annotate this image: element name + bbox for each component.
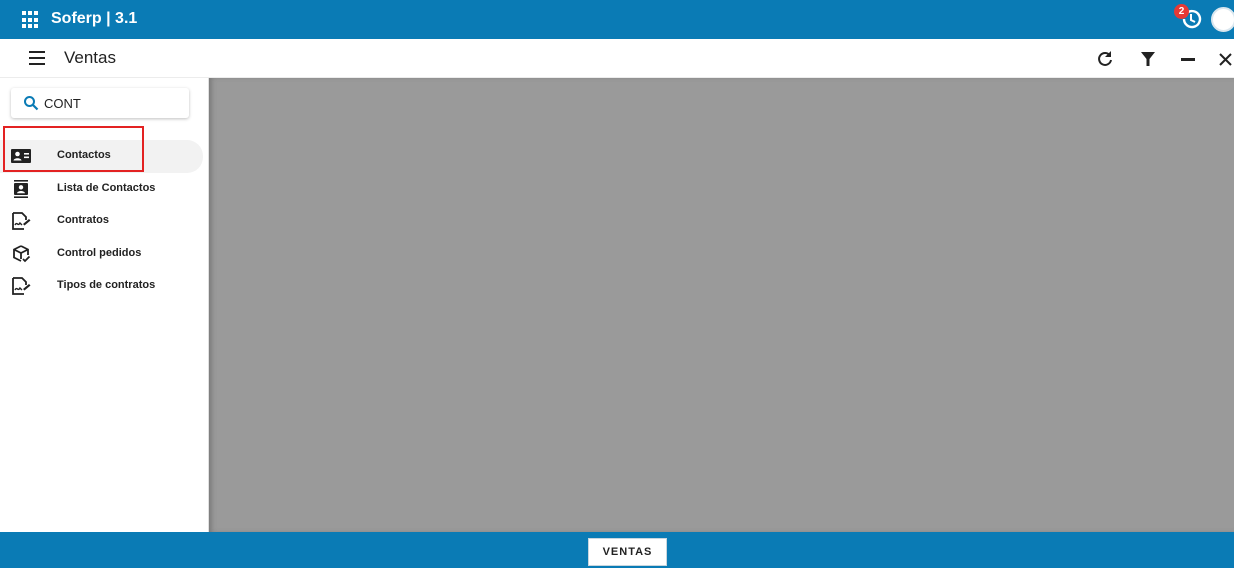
minimize-icon[interactable] (1177, 48, 1199, 70)
nav-item-contratos[interactable]: Contratos (0, 205, 203, 238)
hamburger-menu-icon[interactable] (29, 51, 47, 65)
refresh-icon[interactable] (1094, 48, 1116, 70)
search-input[interactable] (44, 92, 184, 114)
search-icon (24, 96, 39, 111)
footer-bar: VENTAS (0, 532, 1234, 568)
contract-icon (12, 277, 31, 296)
nav-item-lista-de-contactos[interactable]: Lista de Contactos (0, 173, 203, 206)
notification-badge: 2 (1174, 4, 1189, 19)
nav-item-label: Contratos (57, 214, 109, 227)
close-icon[interactable] (1214, 48, 1234, 70)
nav-item-tipos-de-contratos[interactable]: Tipos de contratos (0, 270, 203, 303)
app-title: Soferp | 3.1 (51, 10, 138, 27)
search-box (11, 88, 189, 118)
module-toolbar: Ventas (0, 39, 1234, 78)
filter-icon[interactable] (1137, 48, 1159, 70)
nav-item-label: Control pedidos (57, 246, 142, 259)
user-avatar[interactable] (1211, 7, 1234, 32)
contact-list-icon (14, 179, 28, 198)
nav-item-label: Tipos de contratos (57, 279, 156, 292)
nav-item-control-pedidos[interactable]: Control pedidos (0, 238, 203, 271)
top-bar: Soferp | 3.1 2 (0, 0, 1234, 39)
module-title: Ventas (64, 48, 116, 67)
nav-item-label: Lista de Contactos (57, 181, 156, 194)
contract-icon (12, 212, 31, 231)
package-check-icon (13, 244, 31, 263)
module-tab-ventas[interactable]: VENTAS (588, 538, 667, 566)
main-content-area (209, 78, 1234, 532)
highlight-annotation (3, 126, 144, 172)
apps-grid-icon[interactable] (22, 11, 40, 29)
